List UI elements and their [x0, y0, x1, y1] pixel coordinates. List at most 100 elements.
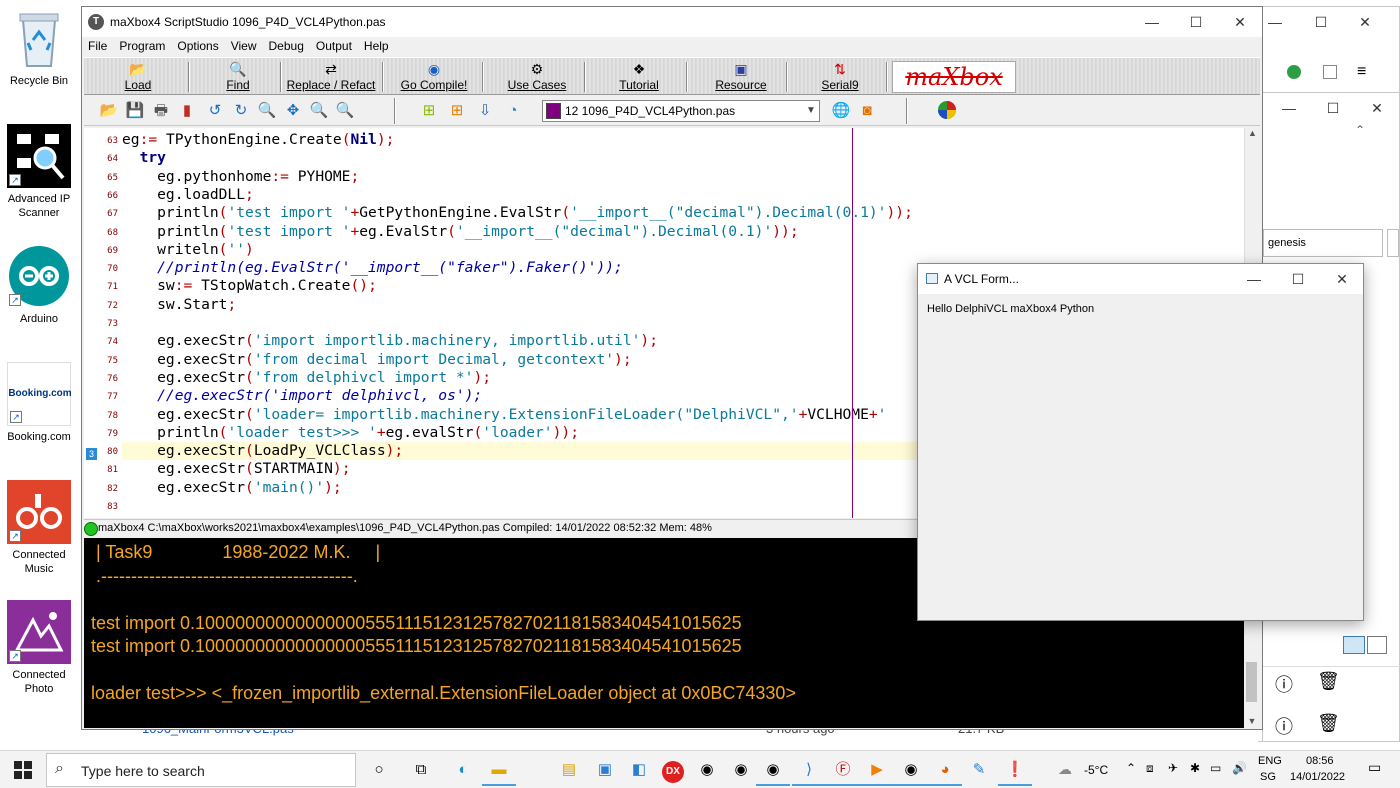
code-line[interactable]: sw:= TStopWatch.Create();	[122, 277, 377, 295]
chart-icon[interactable]: ▮	[176, 100, 198, 122]
maxbox-taskbar-icon[interactable]: ◉	[690, 754, 724, 786]
notifications-icon[interactable]: ▭	[1368, 759, 1381, 776]
code-line[interactable]: //println(eg.EvalStr('__import__("faker"…	[122, 259, 623, 277]
close-icon[interactable]: ✕	[1218, 7, 1262, 37]
media-player-icon[interactable]: ▶	[860, 754, 894, 786]
rss-icon[interactable]: ◙	[856, 100, 878, 122]
replace-refact-button[interactable]: ⇄ Replace / Refact	[284, 60, 378, 94]
bookmark-marker-icon[interactable]: 3	[86, 448, 97, 460]
chevron-down-icon[interactable]: ▼	[803, 101, 819, 121]
code-line[interactable]: eg.pythonhome:= PYHOME;	[122, 168, 359, 186]
code-line[interactable]: eg.execStr('loader= importlib.machinery.…	[122, 406, 886, 424]
move-icon[interactable]: ✥	[282, 100, 304, 122]
serial9-button[interactable]: ⇅ Serial9	[808, 60, 872, 94]
scroll-handle[interactable]	[1387, 229, 1399, 257]
minimize-icon[interactable]: —	[1232, 264, 1276, 294]
windows-start-icon[interactable]	[0, 751, 46, 788]
trash-icon[interactable]: 🗑	[1317, 671, 1340, 692]
title-bar[interactable]: T maXbox4 ScriptStudio 1096_P4D_VCL4Pyth…	[82, 7, 1262, 37]
network-tray-icon[interactable]: ▭	[1210, 761, 1221, 775]
airplane-icon[interactable]: ✈	[1168, 761, 1178, 775]
gauge-icon[interactable]: ◔	[502, 100, 524, 122]
menu-options[interactable]: Options	[171, 37, 224, 53]
maxbox-app-icon[interactable]: T	[88, 14, 104, 30]
search-field[interactable]: genesis	[1263, 229, 1383, 257]
zoom-icon[interactable]: 🔍	[308, 100, 330, 122]
file-history-select[interactable]: 12 1096_P4D_VCL4Python.pas ▼	[542, 100, 820, 122]
tutorial-button[interactable]: ❖ Tutorial	[604, 60, 674, 94]
redo-icon[interactable]: ↻	[230, 100, 252, 122]
maximize-icon[interactable]: ☐	[1299, 7, 1343, 37]
remote-desktop-icon[interactable]: ◧	[622, 754, 656, 786]
code-line[interactable]: writeln('')	[122, 241, 254, 259]
details-view-icon[interactable]	[1343, 636, 1365, 654]
maxbox-taskbar-icon[interactable]: ◉	[756, 754, 790, 786]
paint-icon[interactable]: ✎	[962, 754, 996, 786]
open-folder-icon[interactable]: 📂	[98, 100, 120, 122]
dx-app-icon[interactable]: DX	[656, 754, 690, 786]
firefox-icon[interactable]: ◕	[928, 754, 962, 786]
trash-icon[interactable]: 🗑	[1317, 713, 1340, 734]
taskbar-search-box[interactable]: ⌕ Type here to search	[46, 753, 356, 787]
edge-icon[interactable]: ◐	[446, 754, 480, 786]
close-icon[interactable]: ✕	[1355, 93, 1399, 123]
desktop-icon-connected-music[interactable]: ↗ Connected Music	[0, 480, 78, 576]
zoom-in-icon[interactable]: 🔍	[256, 100, 278, 122]
weather-temp[interactable]: -5°C	[1084, 763, 1108, 777]
tray-app-icon[interactable]: ⧈	[1146, 761, 1154, 776]
color-wheel-icon[interactable]	[936, 100, 958, 122]
scroll-thumb[interactable]	[1246, 662, 1257, 702]
clock-time[interactable]: 08:56	[1306, 755, 1334, 767]
weather-icon[interactable]: ☁	[1058, 761, 1072, 778]
save-icon[interactable]: 💾	[124, 100, 146, 122]
code-line[interactable]: eg.execStr(STARTMAIN);	[122, 460, 350, 478]
go-compile-button[interactable]: ◉ Go Compile!	[394, 60, 474, 94]
code-line[interactable]: println('loader test>>> '+eg.evalStr('lo…	[122, 424, 579, 442]
chevron-up-icon[interactable]: ⌃	[1355, 123, 1365, 137]
maximize-icon[interactable]: ☐	[1311, 93, 1355, 123]
code-line[interactable]: println('test import '+GetPythonEngine.E…	[122, 204, 913, 222]
folder-icon[interactable]: ▤	[552, 754, 586, 786]
close-icon[interactable]: ✕	[1343, 7, 1387, 37]
extension-icon[interactable]	[1323, 65, 1337, 79]
network-icon[interactable]: ▣	[588, 754, 622, 786]
maxbox-taskbar-icon[interactable]: ◉	[894, 754, 928, 786]
cortana-icon[interactable]: ○	[362, 754, 396, 786]
desktop-icon-advanced-ip-scanner[interactable]: ↗ Advanced IP Scanner	[0, 124, 78, 220]
chevron-up-icon[interactable]: ⌃	[1126, 761, 1136, 775]
task-view-icon[interactable]: ⧉	[404, 754, 438, 786]
code-line[interactable]: eg.execStr('main()');	[122, 479, 342, 497]
menu-output[interactable]: Output	[310, 37, 358, 53]
code-line[interactable]: eg.execStr('from delphivcl import *');	[122, 369, 491, 387]
code-line[interactable]: eg.execStr('from decimal import Decimal,…	[122, 351, 632, 369]
volume-icon[interactable]: 🔊	[1232, 761, 1247, 775]
code-line[interactable]: sw.Start;	[122, 296, 236, 314]
file-explorer-icon[interactable]: ▬	[482, 754, 516, 786]
globe-icon[interactable]: 🌐	[830, 100, 852, 122]
input-language[interactable]: ENG	[1258, 755, 1282, 767]
code-line[interactable]: eg.loadDLL;	[122, 186, 254, 204]
vcl-form-window[interactable]: A VCL Form... — ☐ ✕ Hello DelphiVCL maXb…	[917, 263, 1364, 621]
load-button[interactable]: 📂 Load	[108, 60, 168, 94]
maxbox-taskbar-icon[interactable]: ◉	[724, 754, 758, 786]
maximize-icon[interactable]: ☐	[1174, 7, 1218, 37]
info-icon[interactable]: ⓘ	[1275, 671, 1293, 697]
code-line[interactable]: //eg.execStr('import delphivcl, os');	[122, 387, 482, 405]
minimize-icon[interactable]: —	[1130, 7, 1174, 37]
menu-help[interactable]: Help	[358, 37, 395, 53]
undo-icon[interactable]: ↺	[204, 100, 226, 122]
vscode-icon[interactable]: ⟩	[792, 754, 826, 786]
title-bar[interactable]: A VCL Form... — ☐ ✕	[918, 264, 1363, 294]
import-icon[interactable]: ⇩	[474, 100, 496, 122]
filezilla-icon[interactable]: Ⓕ	[826, 754, 860, 786]
code-line[interactable]: println('test import '+eg.EvalStr('__imp…	[122, 223, 799, 241]
search-icon[interactable]: 🔍	[334, 100, 356, 122]
print-icon[interactable]: 🖶	[150, 100, 172, 122]
info-icon[interactable]: ⓘ	[1275, 713, 1293, 739]
desktop-icon-recycle-bin[interactable]: Recycle Bin	[0, 6, 78, 88]
maximize-icon[interactable]: ☐	[1276, 264, 1320, 294]
alert-app-icon[interactable]: ❗	[998, 754, 1032, 786]
menu-file[interactable]: File	[82, 37, 113, 53]
use-cases-button[interactable]: ⚙ Use Cases	[502, 60, 572, 94]
input-language-region[interactable]: SG	[1260, 771, 1276, 783]
